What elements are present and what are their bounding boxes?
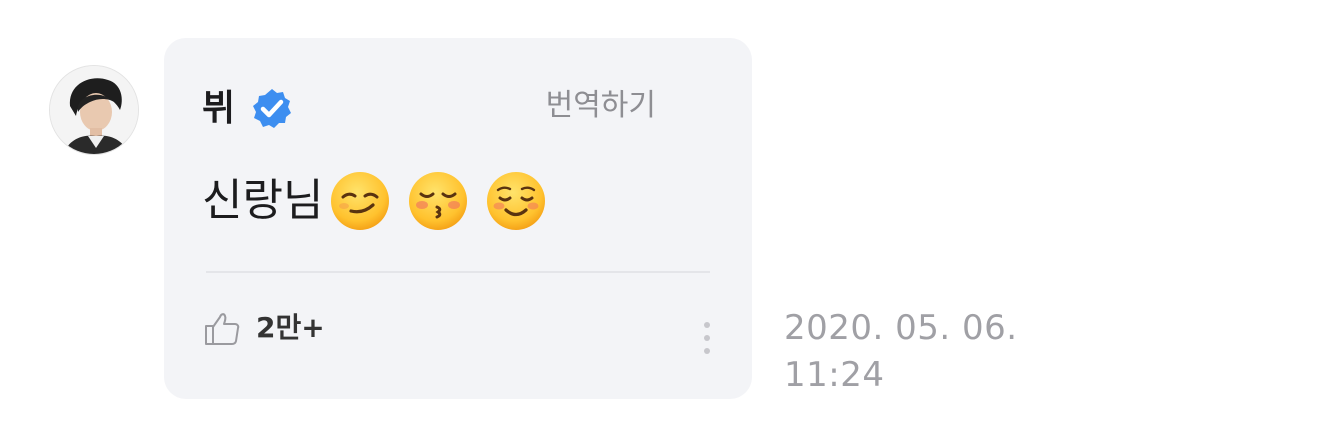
avatar[interactable]	[49, 65, 139, 155]
message-text: 신랑님	[202, 175, 324, 226]
comment-timestamp: 2020. 05. 06. 11:24	[784, 305, 1018, 399]
timestamp-time: 11:24	[784, 355, 885, 395]
comment-message: 신랑님	[202, 170, 547, 232]
avatar-photo	[50, 66, 138, 154]
timestamp-date: 2020. 05. 06.	[784, 308, 1018, 348]
thumbs-up-icon[interactable]	[202, 308, 242, 348]
verified-badge-icon	[253, 89, 292, 128]
author-name[interactable]: 뷔	[202, 89, 235, 129]
translate-button[interactable]: 번역하기	[546, 88, 656, 124]
smiling-face-icon	[487, 172, 546, 230]
smirking-face-icon	[331, 172, 390, 230]
comment-thread: 뷔 번역하기 신랑님 2만+ 2020. 05. 06. 11:24	[0, 0, 1320, 421]
like-button[interactable]: 2만+	[202, 308, 325, 348]
kissing-face-icon	[409, 172, 468, 230]
more-vertical-icon[interactable]	[700, 318, 714, 358]
author-row: 뷔	[202, 86, 295, 132]
divider	[206, 271, 710, 273]
like-count: 2만+	[256, 311, 325, 344]
comment-bubble: 뷔 번역하기 신랑님 2만+	[164, 38, 752, 399]
